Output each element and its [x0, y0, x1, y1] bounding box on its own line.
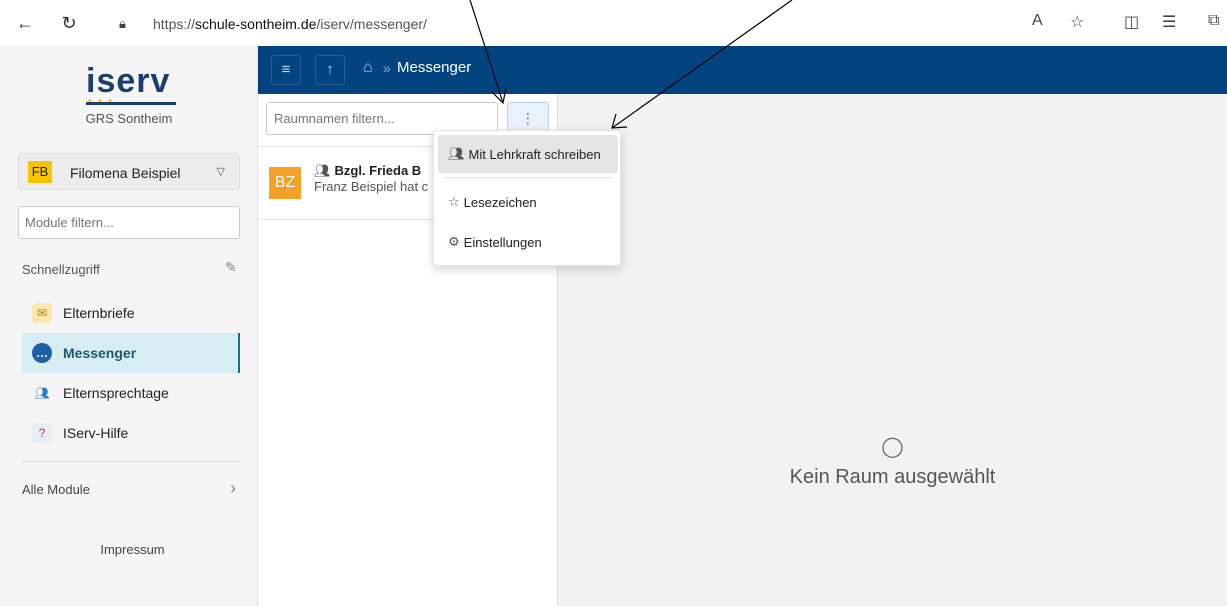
- split-screen-icon[interactable]: ◫: [1124, 12, 1139, 32]
- top-bar: ≡ ↑ ⌂ » Messenger: [258, 46, 1227, 94]
- user-name: Filomena Beispiel: [70, 165, 181, 181]
- lock-icon: 🔒︎: [119, 16, 126, 31]
- star-icon: ☆: [448, 194, 460, 209]
- menu-item-write-teacher[interactable]: 👥︎ Mit Lehrkraft schreiben: [438, 135, 618, 173]
- room-title: 👥︎ Bzgl. Frieda B: [314, 163, 434, 179]
- impressum-link[interactable]: Impressum: [0, 542, 265, 557]
- sidebar-item-messenger[interactable]: … Messenger: [22, 333, 240, 373]
- chat-icon: …: [32, 343, 52, 363]
- menu-item-label: Lesezeichen: [463, 194, 537, 210]
- address-bar[interactable]: 🔒︎ https://schule-sontheim.de/iserv/mess…: [105, 12, 1015, 36]
- quick-access-label: Schnellzugriff: [22, 262, 100, 277]
- iserv-logo[interactable]: iserv • • •: [86, 62, 176, 107]
- sidebar-item-elternsprechtage[interactable]: 👥︎ Elternsprechtage: [22, 373, 240, 413]
- group-icon: 👥︎: [314, 163, 331, 178]
- help-icon: ?: [32, 423, 52, 443]
- menu-item-label: Mit Lehrkraft schreiben: [468, 146, 601, 162]
- people-icon: 👥︎: [448, 146, 465, 161]
- room-preview: Franz Beispiel hat c: [314, 179, 429, 194]
- user-menu[interactable]: FB Filomena Beispiel ▽: [18, 153, 240, 190]
- menu-toggle-icon[interactable]: ≡: [271, 55, 301, 85]
- sidebar-item-iserv-hilfe[interactable]: ? IServ-Hilfe: [22, 413, 240, 453]
- favorite-star-icon[interactable]: ☆: [1070, 12, 1084, 32]
- home-icon[interactable]: ⌂: [363, 59, 373, 77]
- divider: [444, 177, 612, 178]
- speech-bubble-icon: ◯: [881, 436, 904, 458]
- all-modules-link[interactable]: Alle Module: [22, 482, 90, 497]
- options-dropdown: 👥︎ Mit Lehrkraft schreiben ☆ Lesezeichen…: [433, 130, 621, 266]
- sidebar-item-label: IServ-Hilfe: [63, 425, 129, 441]
- favorites-list-icon[interactable]: ☰: [1162, 12, 1176, 32]
- sidebar: iserv • • • GRS Sontheim FB Filomena Bei…: [0, 46, 258, 606]
- menu-item-settings[interactable]: ⚙ Einstellungen: [438, 223, 618, 261]
- avatar: BZ: [269, 167, 301, 199]
- sidebar-item-label: Elternbriefe: [63, 305, 135, 321]
- chevron-right-icon[interactable]: ›: [230, 478, 236, 499]
- sidebar-item-label: Messenger: [63, 345, 137, 361]
- url-prefix: https://: [153, 16, 196, 32]
- url-path: /iserv/messenger/: [316, 16, 427, 32]
- read-aloud-icon[interactable]: A: [1032, 12, 1043, 30]
- back-icon[interactable]: ←: [14, 12, 36, 34]
- sidebar-item-elternbriefe[interactable]: ✉ Elternbriefe: [22, 293, 240, 333]
- logo-underline: [86, 102, 176, 105]
- sidebar-item-label: Elternsprechtage: [63, 385, 169, 401]
- empty-state-text: Kein Raum ausgewählt: [789, 466, 996, 488]
- breadcrumb-separator: »: [383, 60, 391, 76]
- gear-icon: ⚙: [448, 234, 460, 249]
- browser-toolbar: ← ↻ 🔒︎ https://schule-sontheim.de/iserv/…: [0, 0, 1227, 46]
- menu-item-bookmarks[interactable]: ☆ Lesezeichen: [438, 183, 618, 221]
- chevron-down-icon: ▽: [216, 166, 225, 178]
- reload-icon[interactable]: ↻: [58, 12, 80, 34]
- divider: [22, 461, 240, 462]
- room-title-text: Bzgl. Frieda B: [334, 163, 422, 178]
- edit-icon[interactable]: ✎: [225, 259, 237, 276]
- school-name: GRS Sontheim: [85, 111, 173, 126]
- people-icon: 👥︎: [34, 386, 50, 400]
- collections-icon[interactable]: ⧉: [1208, 12, 1219, 30]
- menu-item-label: Einstellungen: [463, 234, 542, 250]
- letter-icon: ✉: [32, 303, 52, 323]
- url-host: schule-sontheim.de: [195, 16, 317, 32]
- page-title: Messenger: [397, 59, 472, 76]
- main-content: ◯ Kein Raum ausgewählt: [558, 94, 1227, 606]
- avatar: FB: [28, 161, 52, 183]
- module-filter-input[interactable]: Module filtern...: [18, 206, 240, 239]
- up-arrow-icon[interactable]: ↑: [315, 55, 345, 85]
